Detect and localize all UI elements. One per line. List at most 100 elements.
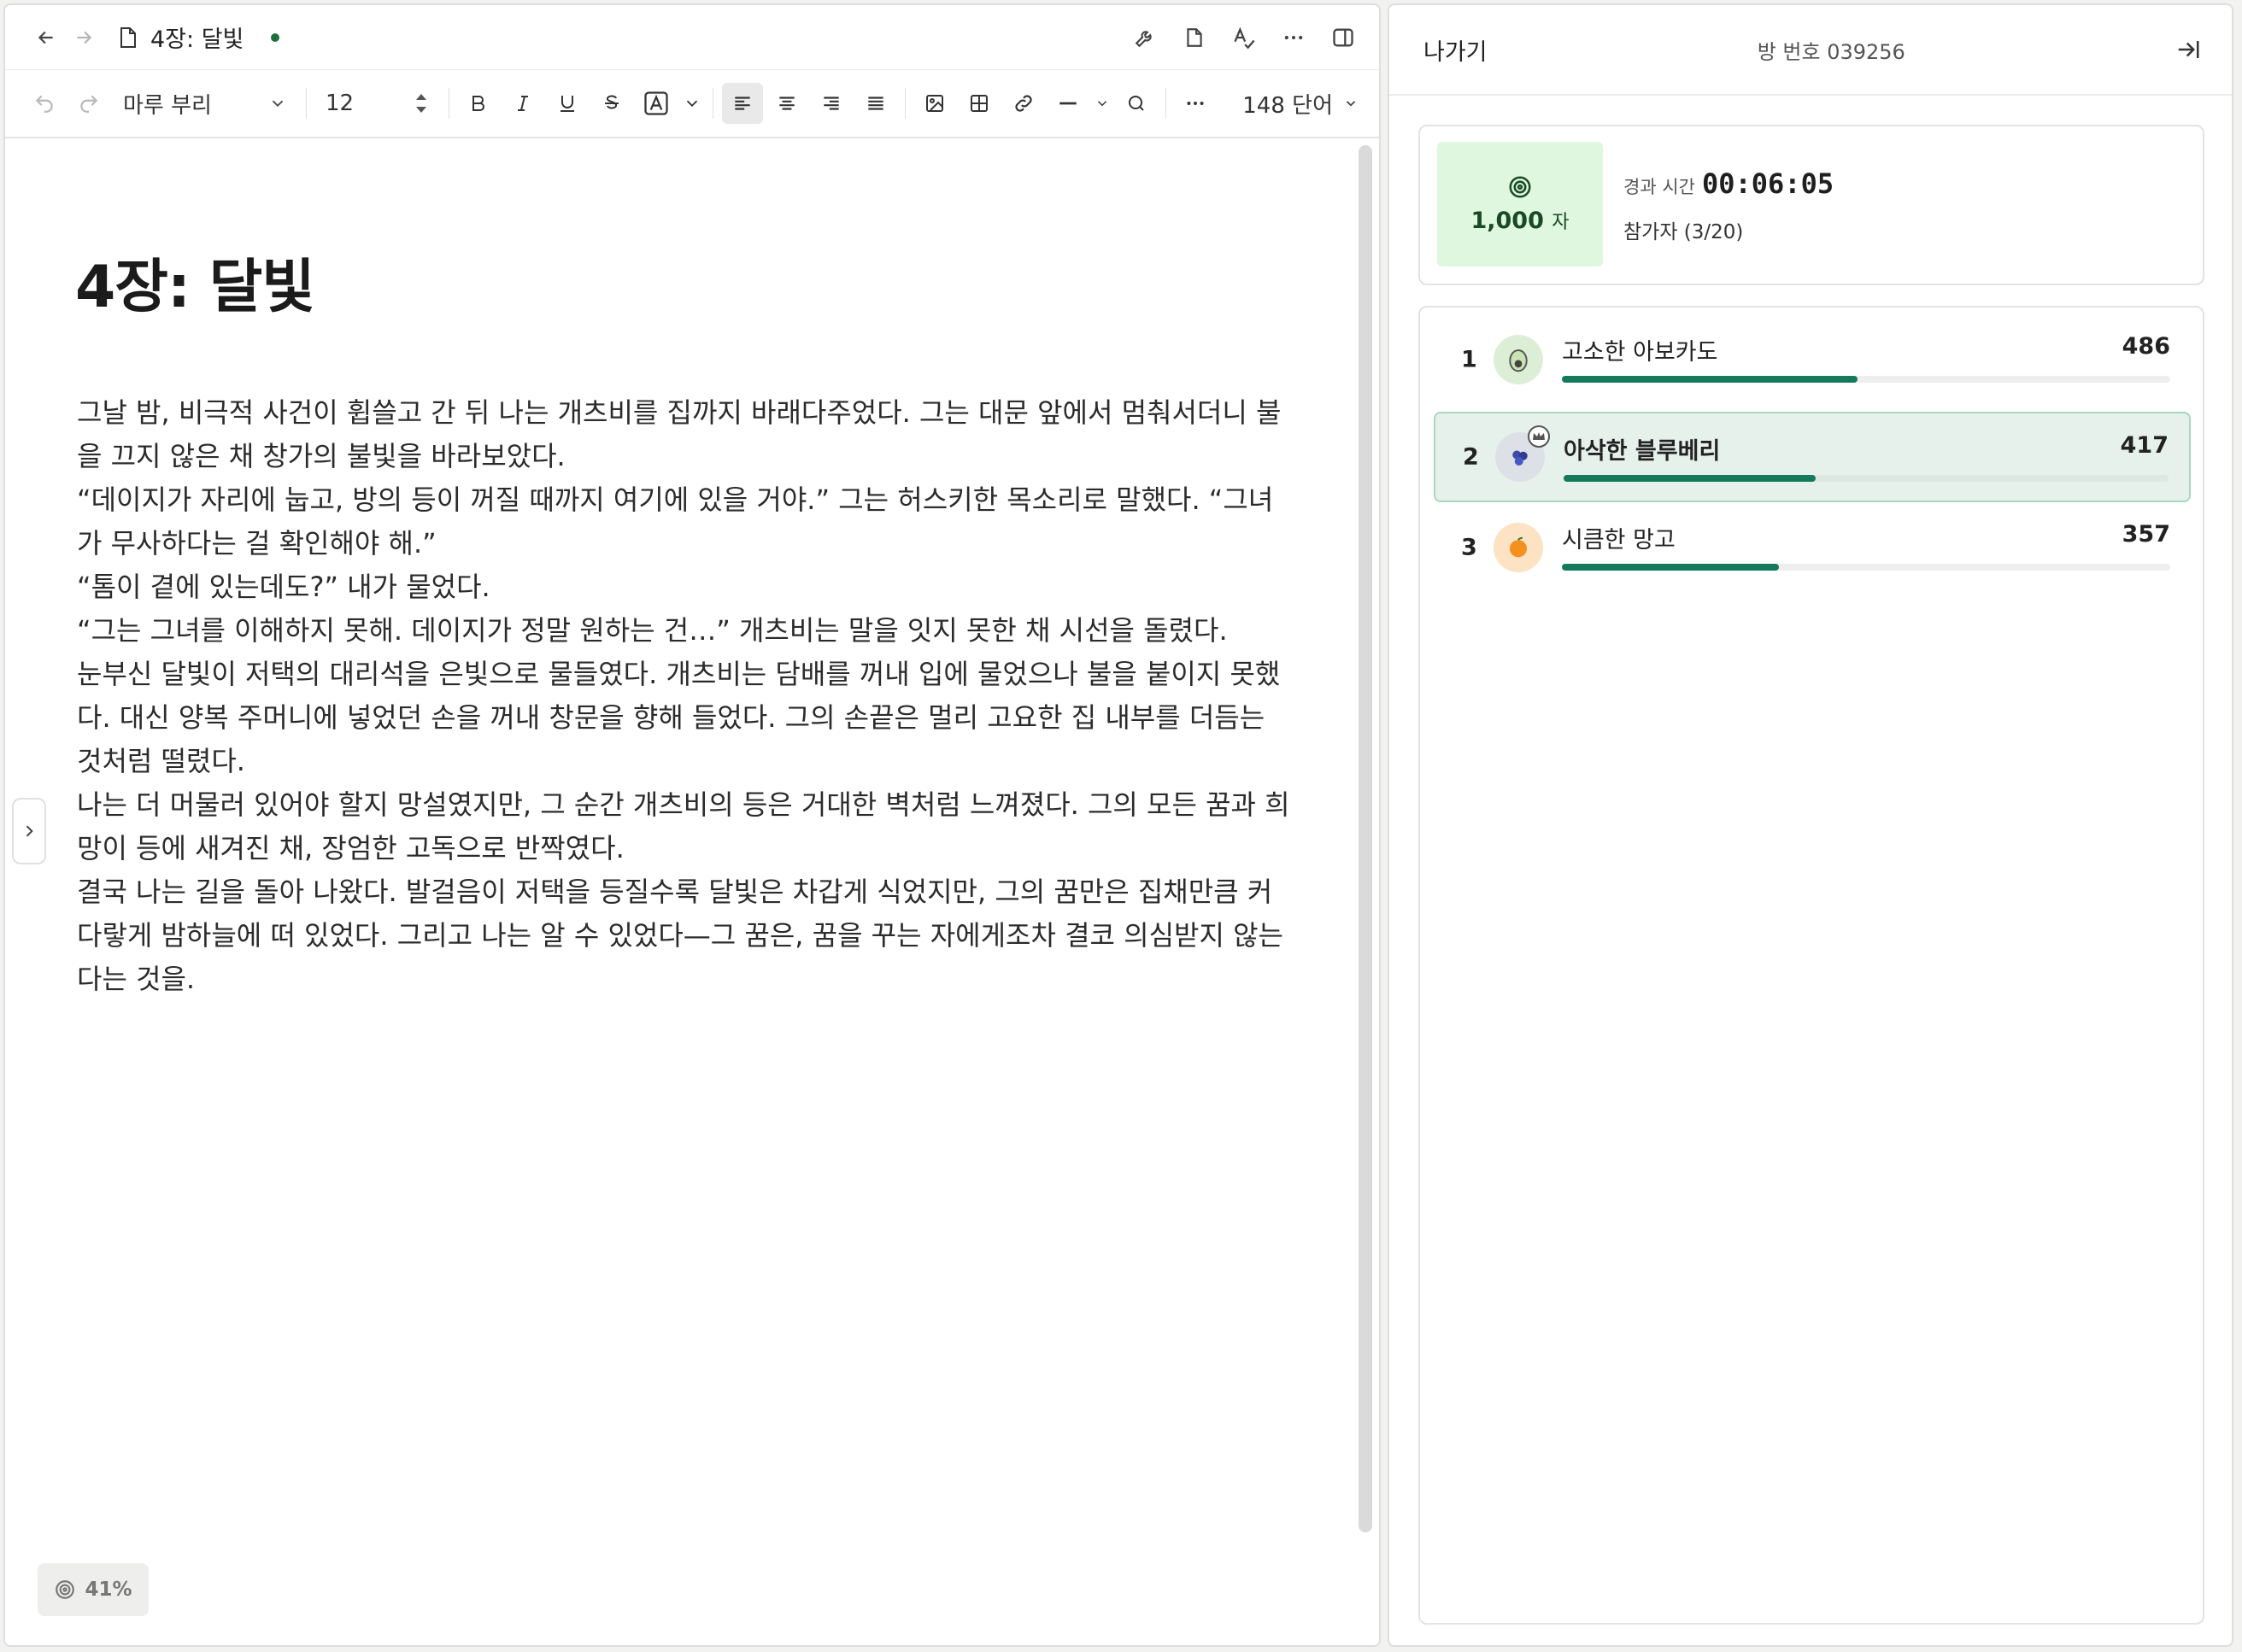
document-title: 4장: 달빛 [118,21,280,54]
crown-icon [1533,432,1545,440]
underline-button[interactable] [547,83,588,124]
document-icon [120,26,136,48]
align-left-button[interactable] [722,83,763,124]
horizontal-rule-button[interactable] [1048,83,1089,124]
chapter-heading: 4장: 달빛 [75,254,315,321]
chevron-down-icon [272,100,284,108]
score-bar-fill [1562,564,1780,571]
avatar [1495,425,1550,482]
editor-content[interactable]: 4장: 달빛 그날 밤, 비극적 사건이 휩쓸고 간 뒤 나는 개츠비를 집까지… [5,138,1379,1645]
crown-badge [1528,425,1550,448]
goal-progress-chip: 41% [38,1563,149,1616]
text-color-dropdown[interactable] [680,83,704,124]
chevron-down-icon [1346,101,1356,107]
participant-name: 시큼한 망고 [1562,527,1676,554]
search-button[interactable] [1116,83,1157,124]
insert-link-button[interactable] [1003,83,1044,124]
strikethrough-icon [605,95,619,109]
spellcheck-icon [1234,26,1255,49]
goal-box: 1,000 자 [1437,142,1603,267]
editor-titlebar: 4장: 달빛 [5,5,1379,70]
more-horizontal-icon [1187,102,1204,105]
avatar [1494,335,1543,384]
participant-name: 고소한 아보카도 [1562,339,1718,366]
word-count-text: 148 단어 [1242,92,1333,119]
align-justify-button[interactable] [855,83,896,124]
toolbar-divider [1165,88,1166,119]
underline-icon [560,96,574,112]
leaderboard-row[interactable]: 1 고소한 아보카도 486 [1434,314,2191,405]
expand-outline-button[interactable] [12,798,46,864]
spellcheck-button[interactable] [1224,17,1265,58]
redo-button[interactable] [68,83,109,124]
toggle-sidebar-button[interactable] [1323,17,1364,58]
leaderboard-row-me[interactable]: 2 아삭한 블루베리 417 [1434,412,2191,502]
participants-count: 참가자 (3/20) [1623,221,1744,243]
participant-score: 357 [2122,521,2170,548]
participant-name: 아삭한 블루베리 [1564,438,1721,465]
link-icon [1015,95,1032,112]
sprint-stats-card: 1,000 자 경과 시간 00:06:05 참가자 (3/20) [1418,125,2204,285]
arrow-right-icon [77,31,92,44]
strikethrough-button[interactable] [591,83,632,124]
back-button[interactable] [27,19,65,56]
font-size-stepper[interactable]: 12 [315,83,440,124]
goal-value: 1,000 자 [1470,207,1569,234]
paragraph: “톰이 곁에 있는데도?” 내가 물었다. [77,571,490,603]
table-icon [971,95,988,112]
saved-status-dot [271,32,280,42]
align-right-icon [824,97,839,110]
toolbar-divider [306,88,307,119]
score-bar-fill [1564,475,1816,482]
goal-number: 1,000 [1470,208,1544,234]
paragraph: “데이지가 자리에 눕고, 방의 등이 꺼질 때까지 여기에 있을 거야.” 그… [77,483,1274,559]
chevron-right-icon [26,825,33,837]
page-button[interactable] [1174,17,1215,58]
insert-table-button[interactable] [959,83,1000,124]
goal-unit: 자 [1552,212,1570,233]
sprint-panel: 나가기 방 번호 039256 1,000 자 경과 시간 00:06:05 참… [1388,3,2233,1647]
undo-icon [35,95,53,113]
more-button[interactable] [1273,17,1314,58]
tools-button[interactable] [1124,17,1165,58]
italic-icon [518,96,528,111]
document-body[interactable]: 그날 밤, 비극적 사건이 휩쓸고 간 뒤 나는 개츠비를 집까지 바래다주었다… [77,391,1290,1001]
text-color-button[interactable] [636,83,677,124]
format-toolbar: 마루 부리 12 148 단어 [5,70,1379,138]
paragraph: 나는 더 머물러 있어야 할지 망설였지만, 그 순간 개츠비의 등은 거대한 … [77,788,1290,864]
text-color-icon [644,91,668,115]
more-format-button[interactable] [1175,83,1216,124]
align-left-icon [735,97,750,110]
font-family-select[interactable]: 마루 부리 [113,83,297,124]
target-icon [1509,176,1531,198]
leaderboard: 1 고소한 아보카도 486 2 아삭한 블루베리 417 3 시큼한 망고 3… [1418,306,2204,1625]
align-center-icon [779,97,795,110]
horizontal-rule-dropdown[interactable] [1092,83,1112,124]
document-title-text: 4장: 달빛 [150,26,244,53]
align-right-button[interactable] [811,83,852,124]
rank-number: 1 [1461,346,1477,373]
italic-button[interactable] [502,83,543,124]
more-horizontal-icon [1284,35,1303,39]
rank-number: 2 [1463,443,1479,471]
word-count-dropdown[interactable]: 148 단어 [1237,88,1364,120]
forward-button[interactable] [65,19,103,56]
paragraph: 그날 밤, 비극적 사건이 휩쓸고 간 뒤 나는 개츠비를 집까지 바래다주었다… [77,396,1282,472]
bold-button[interactable] [458,83,499,124]
insert-image-button[interactable] [914,83,955,124]
undo-button[interactable] [24,83,65,124]
leaderboard-row[interactable]: 3 시큼한 망고 357 [1434,502,2191,593]
horizontal-rule-icon [1059,102,1077,105]
target-icon [56,1580,75,1599]
page-icon [1187,27,1202,47]
exit-button[interactable]: 나가기 [1423,33,1488,67]
wrench-icon [1135,30,1152,47]
chevron-down-icon [686,100,698,108]
score-bar [1562,376,2170,383]
rank-number: 3 [1461,534,1477,561]
align-center-button[interactable] [766,83,807,124]
room-number: 방 번호 039256 [1757,39,1905,64]
leave-room-button[interactable] [2175,37,2201,62]
scrollbar[interactable] [1359,145,1372,1532]
sidebar-icon [1333,28,1353,46]
